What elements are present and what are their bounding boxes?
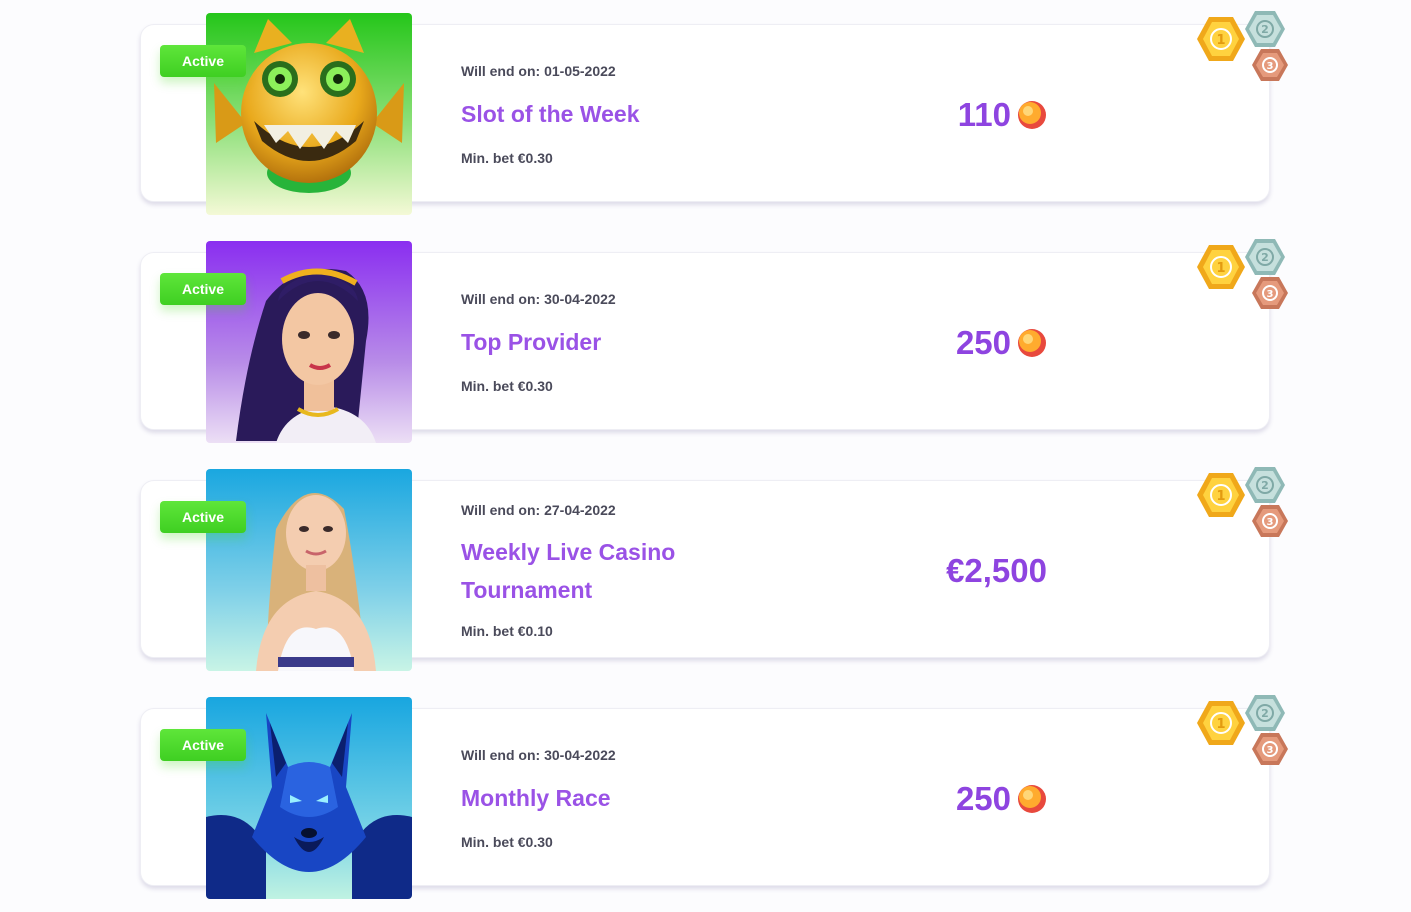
end-date: Will end on: 30-04-2022 bbox=[461, 747, 616, 763]
title-line: Top Provider bbox=[461, 329, 602, 355]
prize-value: €2,500 bbox=[946, 552, 1047, 589]
tournament-title[interactable]: Slot of the Week bbox=[461, 95, 640, 133]
medal-third: 3 bbox=[1267, 745, 1274, 756]
game-thumbnail[interactable] bbox=[206, 697, 412, 899]
title-line: Monthly Race bbox=[461, 785, 611, 811]
prize-pool: €2,500 bbox=[946, 547, 1047, 595]
status-badge: Active bbox=[160, 273, 246, 305]
status-badge: Active bbox=[160, 501, 246, 533]
tournament-card[interactable]: Active bbox=[140, 695, 1288, 899]
robot-cat-game-art bbox=[206, 13, 412, 215]
orange-coin-icon bbox=[1018, 785, 1046, 813]
prize-value: 250 bbox=[955, 780, 1011, 817]
min-bet: Min. bet €0.30 bbox=[461, 150, 553, 166]
title-line: Tournament bbox=[461, 577, 593, 603]
tournament-info: Will end on: 27-04-2022 Weekly Live Casi… bbox=[461, 481, 821, 659]
medal-third: 3 bbox=[1267, 289, 1274, 300]
end-date: Will end on: 30-04-2022 bbox=[461, 291, 616, 307]
prize-pool: 250 bbox=[956, 775, 1047, 823]
medal-second: 2 bbox=[1261, 707, 1269, 720]
title-line: Weekly Live Casino bbox=[461, 539, 676, 565]
medal-first: 1 bbox=[1216, 33, 1225, 48]
medal-second: 2 bbox=[1261, 479, 1269, 492]
min-bet: Min. bet €0.30 bbox=[461, 834, 553, 850]
prize-value: 110 bbox=[957, 96, 1011, 133]
medals-icon: 3 2 1 bbox=[1195, 7, 1291, 93]
tournament-card[interactable]: Active bbox=[140, 11, 1288, 215]
status-badge: Active bbox=[160, 729, 246, 761]
medal-first: 1 bbox=[1216, 489, 1225, 504]
min-bet: Min. bet €0.30 bbox=[461, 378, 553, 394]
tournament-card[interactable]: Active bbox=[140, 467, 1288, 671]
tournament-card[interactable]: Active bbox=[140, 239, 1288, 443]
prize-pool: 250 bbox=[956, 319, 1047, 367]
prize-pool: 110 bbox=[958, 91, 1047, 139]
title-line: Slot of the Week bbox=[461, 101, 640, 127]
goddess-game-art bbox=[206, 241, 412, 443]
blue-wolf-game-art bbox=[206, 697, 412, 899]
tournament-info: Will end on: 30-04-2022 Monthly Race Min… bbox=[461, 709, 821, 887]
game-thumbnail[interactable] bbox=[206, 13, 412, 215]
min-bet: Min. bet €0.10 bbox=[461, 623, 553, 639]
tournament-title[interactable]: Monthly Race bbox=[461, 779, 611, 817]
medal-second: 2 bbox=[1261, 251, 1269, 264]
game-thumbnail[interactable] bbox=[206, 241, 412, 443]
live-dealer-art bbox=[206, 469, 412, 671]
end-date: Will end on: 27-04-2022 bbox=[461, 502, 616, 518]
medal-first: 1 bbox=[1216, 261, 1225, 276]
medal-second: 2 bbox=[1261, 23, 1269, 36]
orange-coin-icon bbox=[1018, 101, 1046, 129]
tournament-info: Will end on: 01-05-2022 Slot of the Week… bbox=[461, 25, 821, 203]
status-badge: Active bbox=[160, 45, 246, 77]
tournament-info: Will end on: 30-04-2022 Top Provider Min… bbox=[461, 253, 821, 431]
orange-coin-icon bbox=[1018, 329, 1046, 357]
medal-third: 3 bbox=[1267, 61, 1274, 72]
tournament-title[interactable]: Top Provider bbox=[461, 323, 601, 361]
medals-icon: 3 2 1 bbox=[1195, 691, 1291, 777]
medals-icon: 3 2 1 bbox=[1195, 235, 1291, 321]
prize-value: 250 bbox=[955, 324, 1011, 361]
game-thumbnail[interactable] bbox=[206, 469, 412, 671]
tournament-title[interactable]: Weekly Live Casino Tournament bbox=[461, 533, 675, 609]
tournament-list: Active Will end on: 01-05-2022 Slot of t… bbox=[0, 0, 1411, 912]
end-date: Will end on: 01-05-2022 bbox=[461, 63, 616, 79]
medal-first: 1 bbox=[1216, 717, 1225, 732]
medal-third: 3 bbox=[1267, 517, 1274, 528]
medals-icon: 3 2 1 bbox=[1195, 463, 1291, 549]
